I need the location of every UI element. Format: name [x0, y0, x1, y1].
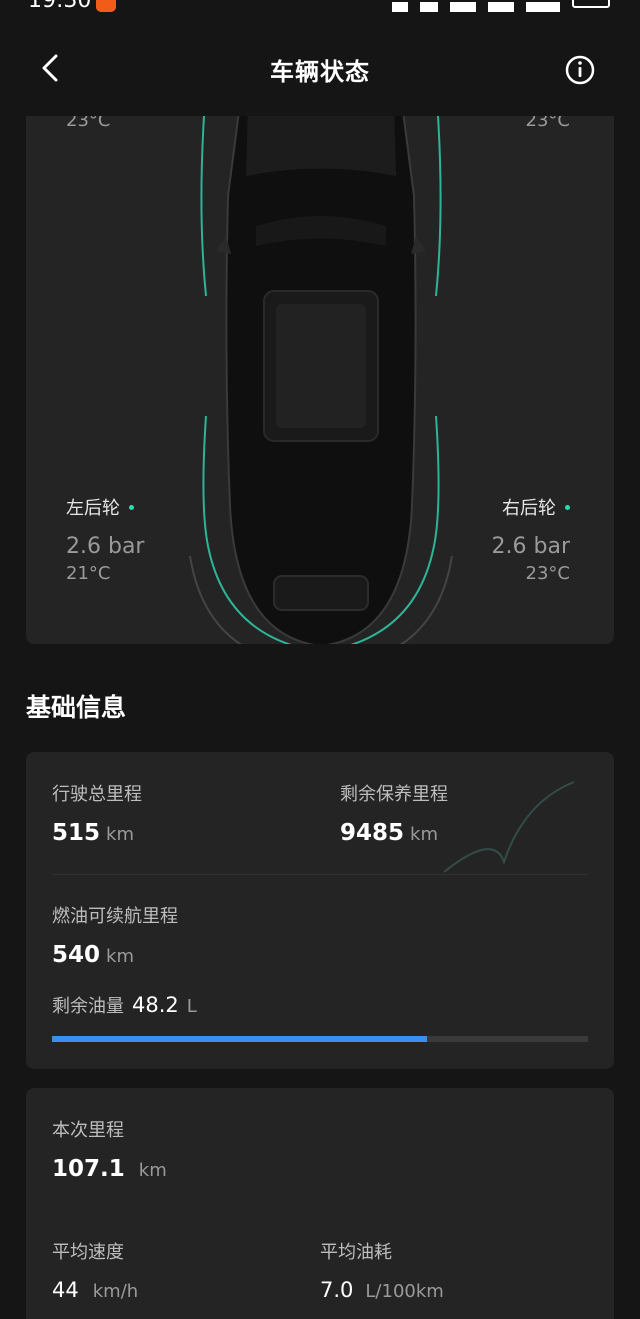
battery-icon [572, 0, 610, 8]
signal-2-icon [526, 2, 560, 12]
total-mileage-value: 515 [52, 820, 101, 846]
app-notification-icon [96, 0, 116, 12]
fuel-level-fill [52, 1036, 428, 1042]
rear-right-tire-temp: 23°C [525, 563, 570, 584]
rear-right-tire-label: 右后轮 [502, 498, 556, 519]
rear-right-tire: 右后轮 2.6 bar 23°C [492, 494, 570, 584]
app-header: 车辆状态 [0, 28, 640, 112]
front-left-tire-temp: 23°C [66, 116, 111, 131]
maintenance-remaining: 剩余保养里程 9485 km [340, 784, 448, 846]
front-right-tire-temp: 23°C [525, 116, 570, 131]
trip-mileage-value: 107.1 [52, 1156, 125, 1182]
car-top-view-image [189, 116, 453, 644]
avg-consumption: 平均油耗 7.0 L/100km [320, 1242, 444, 1302]
fuel-remaining: 剩余油量 48.2 L [52, 993, 197, 1017]
more-notifications-icon: ··· [128, 0, 152, 9]
info-icon[interactable] [564, 54, 596, 86]
total-mileage: 行驶总里程 515 km [52, 784, 142, 846]
trip-mileage: 本次里程 107.1 km [52, 1120, 167, 1182]
avg-speed: 平均速度 44 km/h [52, 1242, 139, 1302]
rear-left-tire-pressure: 2.6 bar [66, 534, 145, 559]
status-dot-icon [565, 504, 570, 510]
rear-right-tire-pressure: 2.6 bar [491, 534, 570, 559]
avg-consumption-value: 7.0 [320, 1278, 354, 1302]
status-icons [392, 0, 610, 12]
fuel-remaining-value: 48.2 [132, 993, 179, 1017]
tire-status-card: 23°C 23°C 左后轮 2.6 bar 21°C 右后轮 2.6 bar 2… [26, 116, 614, 644]
section-title-basic-info: 基础信息 [26, 693, 127, 722]
mute-icon [420, 2, 438, 12]
maintenance-remaining-value: 9485 [340, 820, 405, 846]
bluetooth-icon [392, 2, 408, 12]
page-title: 车辆状态 [270, 58, 370, 86]
status-bar: 19:30 ··· [0, 0, 640, 16]
rear-left-tire: 左后轮 2.6 bar 21°C [66, 494, 144, 584]
fuel-range-value: 540 [52, 942, 101, 968]
rear-left-tire-temp: 21°C [66, 563, 111, 584]
fuel-range: 燃油可续航里程 540 km [52, 906, 178, 968]
basic-info-card: 行驶总里程 515 km 剩余保养里程 9485 km 燃油可续航里程 540 km … [26, 752, 614, 1069]
divider [52, 874, 588, 875]
signal-icon [488, 2, 514, 12]
avg-speed-value: 44 [52, 1278, 79, 1302]
status-dot-icon [129, 504, 134, 510]
hd-icon [450, 2, 476, 12]
fuel-level-bar [52, 1036, 588, 1042]
rear-left-tire-label: 左后轮 [66, 498, 120, 519]
decorative-map-icon [443, 781, 575, 873]
trip-info-card: 本次里程 107.1 km 平均速度 44 km/h 平均油耗 7.0 L/100km [26, 1088, 614, 1319]
status-time: 19:30 [28, 0, 92, 13]
